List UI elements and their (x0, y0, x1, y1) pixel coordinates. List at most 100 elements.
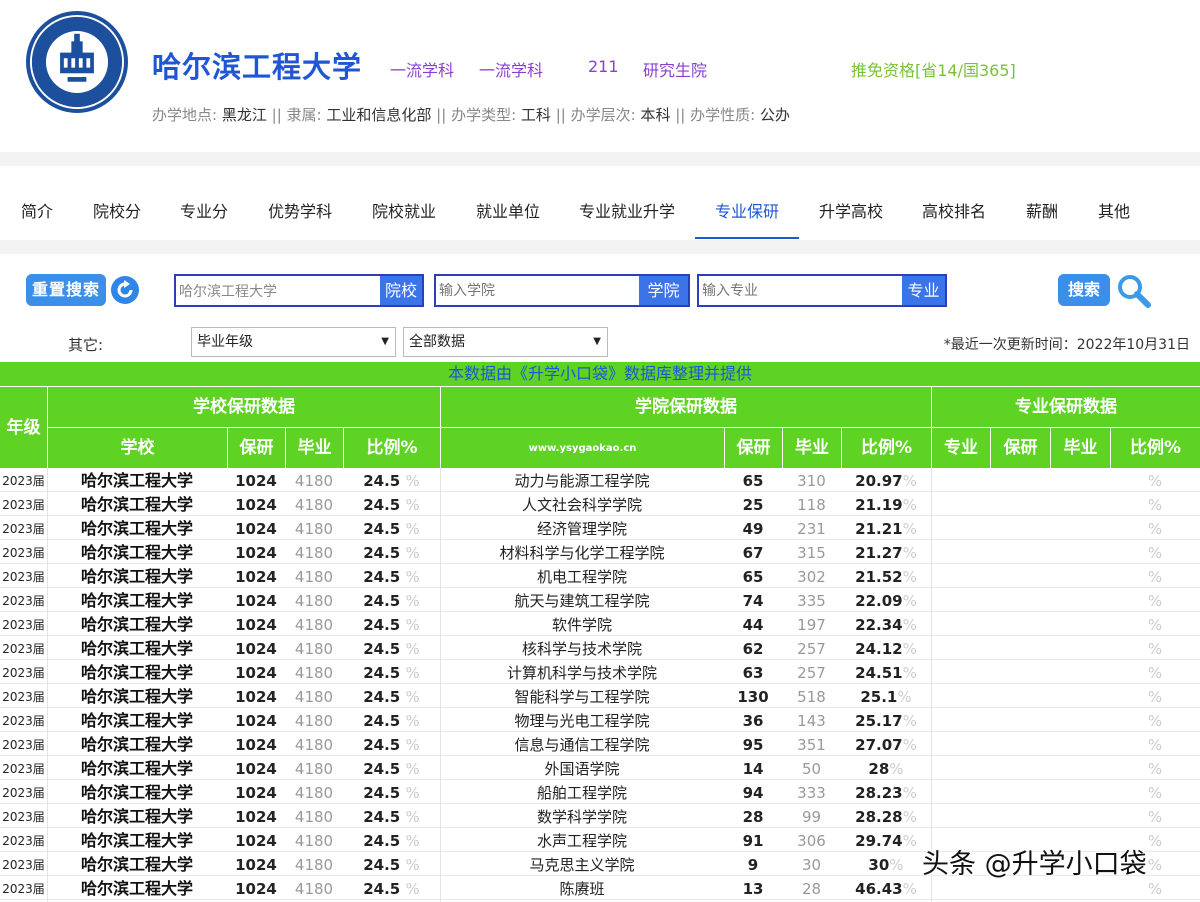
nav-item-school-employment[interactable]: 院校就业 (372, 166, 436, 240)
nav-item-rankings[interactable]: 高校排名 (922, 166, 986, 240)
college-input[interactable] (436, 276, 636, 305)
cell-school[interactable]: 哈尔滨工程大学 (47, 732, 227, 756)
cell-school-ratio: 24.5 % (343, 756, 440, 780)
cell-college[interactable]: 机电工程学院 (440, 564, 724, 588)
cell-college-ratio: 27.07% (841, 732, 931, 756)
cell-college[interactable]: 信息与通信工程学院 (440, 732, 724, 756)
nav-item-advantage-disciplines[interactable]: 优势学科 (268, 166, 332, 240)
header-school[interactable]: 学校 (47, 427, 227, 468)
cell-college[interactable]: 计算机科学与技术学院 (440, 660, 724, 684)
cell-college[interactable]: 船舶工程学院 (440, 780, 724, 804)
table-row: 2023届 哈尔滨工程大学 1024 4180 24.5 % 智能科学与工程学院 130 51… (0, 684, 1200, 708)
cell-college-baoyan: 95 (742, 736, 764, 754)
search-icon[interactable] (1116, 273, 1152, 309)
cell-college[interactable]: 外国语学院 (440, 756, 724, 780)
cell-school[interactable]: 哈尔滨工程大学 (47, 660, 227, 684)
tag-first-class-discipline[interactable]: 一流学科 (479, 57, 543, 81)
tag-graduate-school[interactable]: 研究生院 (643, 57, 707, 81)
ratio-value: 30 (868, 856, 890, 874)
ratio-value: 24.5 (363, 856, 401, 874)
nav-item-further-study-schools[interactable]: 升学高校 (819, 166, 883, 240)
cell-school[interactable]: 哈尔滨工程大学 (47, 492, 227, 516)
university-logo (26, 11, 128, 113)
nav-item-intro[interactable]: 简介 (21, 166, 53, 240)
cell-college[interactable]: 数学科学学院 (440, 804, 724, 828)
cell-school[interactable]: 哈尔滨工程大学 (47, 540, 227, 564)
cell-school[interactable]: 哈尔滨工程大学 (47, 708, 227, 732)
cell-school-baoyan: 1024 (235, 520, 277, 538)
cell-school[interactable]: 哈尔滨工程大学 (47, 684, 227, 708)
cell-school[interactable]: 哈尔滨工程大学 (47, 828, 227, 852)
header-major-baoyan[interactable]: 保研 (990, 427, 1050, 468)
cell-school[interactable]: 哈尔滨工程大学 (47, 636, 227, 660)
data-scope-select[interactable]: 全部数据 ▼ (403, 327, 608, 357)
cell-college[interactable]: 水声工程学院 (440, 828, 724, 852)
major-input[interactable] (699, 276, 899, 305)
cell-school-graduates: 4180 (294, 688, 334, 706)
nav-item-salary[interactable]: 薪酬 (1026, 166, 1058, 240)
cell-school[interactable]: 哈尔滨工程大学 (47, 564, 227, 588)
reset-search-button[interactable]: 重置搜索 (26, 274, 106, 306)
cell-college[interactable]: 航天与建筑工程学院 (440, 588, 724, 612)
cell-college-ratio: 21.27% (841, 540, 931, 564)
nav-item-major-scores[interactable]: 专业分 (180, 166, 228, 240)
school-tag-button[interactable]: 院校 (380, 276, 422, 305)
header-major-graduates[interactable]: 毕业 (1050, 427, 1110, 468)
percent-sign: % (405, 472, 420, 490)
grade-select[interactable]: 毕业年级 ▼ (191, 327, 396, 357)
cell-college-baoyan: 65 (742, 472, 764, 490)
cell-college[interactable]: 核科学与技术学院 (440, 636, 724, 660)
header-college-baoyan[interactable]: 保研 (724, 427, 782, 468)
cell-major-ratio: % (1147, 712, 1163, 730)
nav-item-school-scores[interactable]: 院校分 (93, 166, 141, 240)
header-major-ratio[interactable]: 比例% (1110, 427, 1200, 468)
percent-sign: % (405, 736, 420, 754)
nav-item-other[interactable]: 其他 (1098, 166, 1130, 240)
cell-college[interactable]: 经济管理学院 (440, 516, 724, 540)
cell-school[interactable]: 哈尔滨工程大学 (47, 780, 227, 804)
tag-first-class-discipline[interactable]: 一流学科 (390, 57, 454, 81)
cell-school[interactable]: 哈尔滨工程大学 (47, 588, 227, 612)
school-input[interactable] (176, 276, 378, 305)
cell-school-ratio: 24.5 % (343, 780, 440, 804)
watermark: 头条 @升学小口袋 (922, 849, 1147, 880)
header-college-graduates[interactable]: 毕业 (782, 427, 841, 468)
college-tag-button[interactable]: 学院 (639, 276, 688, 305)
cell-school[interactable]: 哈尔滨工程大学 (47, 612, 227, 636)
cell-school[interactable]: 哈尔滨工程大学 (47, 756, 227, 780)
search-button[interactable]: 搜索 (1058, 274, 1110, 306)
tuimian-qualification[interactable]: 推免资格[省14/国365] (851, 57, 1016, 81)
cell-college-ratio: 28.28% (841, 804, 931, 828)
cell-school[interactable]: 哈尔滨工程大学 (47, 876, 227, 900)
cell-college[interactable]: 智能科学与工程学院 (440, 684, 724, 708)
cell-school-baoyan: 1024 (235, 472, 277, 490)
header-school-baoyan[interactable]: 保研 (227, 427, 285, 468)
main-nav: 简介 院校分 专业分 优势学科 院校就业 就业单位 专业就业升学 专业保研 升学… (0, 166, 1200, 240)
percent-sign: % (889, 760, 904, 778)
percent-sign: % (902, 616, 917, 634)
nav-item-major-baoyan[interactable]: 专业保研 (715, 166, 779, 240)
cell-school-ratio: 24.5 % (343, 828, 440, 852)
header-major[interactable]: 专业 (931, 427, 990, 468)
header-college-ratio[interactable]: 比例% (841, 427, 931, 468)
cell-college[interactable]: 物理与光电工程学院 (440, 708, 724, 732)
cell-school[interactable]: 哈尔滨工程大学 (47, 468, 227, 492)
major-tag-button[interactable]: 专业 (902, 276, 945, 305)
cell-college[interactable]: 陈赓班 (440, 876, 724, 900)
nav-item-employers[interactable]: 就业单位 (476, 166, 540, 240)
cell-college[interactable]: 材料科学与化学工程学院 (440, 540, 724, 564)
header-school-ratio[interactable]: 比例% (343, 427, 440, 468)
nav-item-major-employment[interactable]: 专业就业升学 (579, 166, 675, 240)
refresh-icon[interactable] (110, 275, 140, 305)
cell-college[interactable]: 动力与能源工程学院 (440, 468, 724, 492)
chevron-down-icon: ▼ (381, 336, 389, 347)
percent-sign: % (405, 808, 420, 826)
cell-college[interactable]: 人文社会科学学院 (440, 492, 724, 516)
header-school-graduates[interactable]: 毕业 (285, 427, 343, 468)
cell-school[interactable]: 哈尔滨工程大学 (47, 804, 227, 828)
tag-211[interactable]: 211 (588, 57, 619, 76)
cell-school[interactable]: 哈尔滨工程大学 (47, 516, 227, 540)
cell-college[interactable]: 软件学院 (440, 612, 724, 636)
cell-school[interactable]: 哈尔滨工程大学 (47, 852, 227, 876)
cell-college[interactable]: 马克思主义学院 (440, 852, 724, 876)
